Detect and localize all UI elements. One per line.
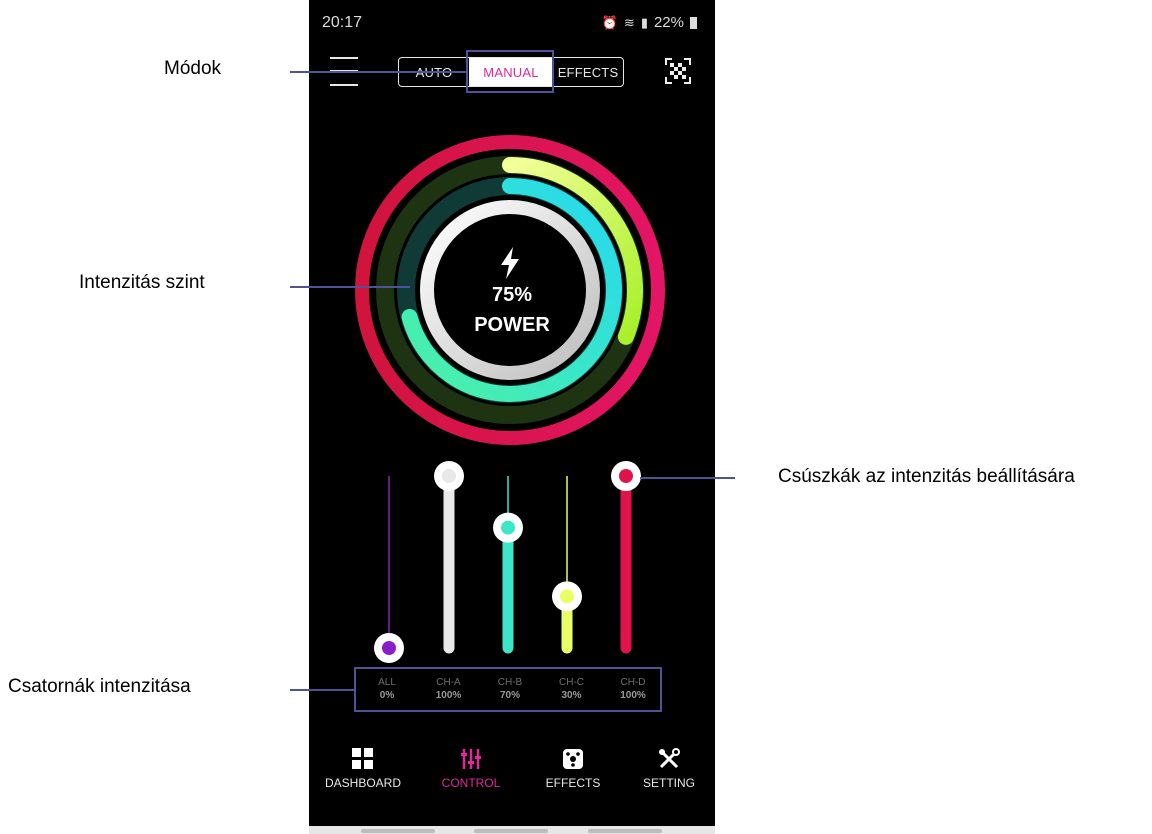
- callout-line-modes: [290, 71, 466, 73]
- nav-dashboard[interactable]: DASHBOARD: [313, 748, 413, 790]
- callout-line-channel-intensity: [290, 689, 354, 691]
- callout-box-channel-intensity: [354, 667, 662, 712]
- callout-line-intensity-level: [290, 286, 410, 288]
- bottom-nav: DASHBOARD CONTROL EFFECTS SETTING: [309, 748, 715, 808]
- callout-box-modes: [466, 50, 554, 93]
- system-nav-home[interactable]: [474, 829, 548, 833]
- slider-ch-a-handle[interactable]: [434, 461, 464, 491]
- sliders-icon: [461, 749, 481, 769]
- nav-dashboard-label: DASHBOARD: [324, 776, 401, 790]
- channel-sliders: [374, 461, 641, 663]
- nav-setting[interactable]: SETTING: [619, 748, 719, 790]
- nav-effects-label: EFFECTS: [545, 776, 601, 790]
- power-label: POWER: [474, 314, 550, 336]
- slider-ch-d-handle[interactable]: [611, 461, 641, 491]
- system-nav-back[interactable]: [588, 829, 662, 833]
- callout-modes: Módok: [164, 58, 222, 79]
- system-nav-recent[interactable]: [361, 829, 435, 833]
- callout-sliders: Csúszkák az intenzitás beállítására: [778, 466, 1075, 487]
- callout-channel-intensity: Csatornák intenzitása: [8, 676, 191, 697]
- tools-icon: [659, 748, 680, 769]
- slider-all-handle[interactable]: [374, 633, 404, 663]
- lightning-icon: [501, 247, 519, 279]
- callout-line-sliders: [640, 477, 735, 479]
- slider-ch-c-handle[interactable]: [552, 581, 582, 612]
- slider-ch-b-handle[interactable]: [493, 512, 523, 543]
- nav-control-label: CONTROL: [441, 776, 501, 790]
- nav-control[interactable]: CONTROL: [421, 748, 521, 790]
- nav-setting-label: SETTING: [642, 776, 695, 790]
- nav-effects[interactable]: EFFECTS: [523, 748, 623, 790]
- callout-intensity-level: Intenzitás szint: [79, 272, 205, 293]
- effects-icon: [563, 749, 583, 769]
- dashboard-icon: [352, 748, 373, 769]
